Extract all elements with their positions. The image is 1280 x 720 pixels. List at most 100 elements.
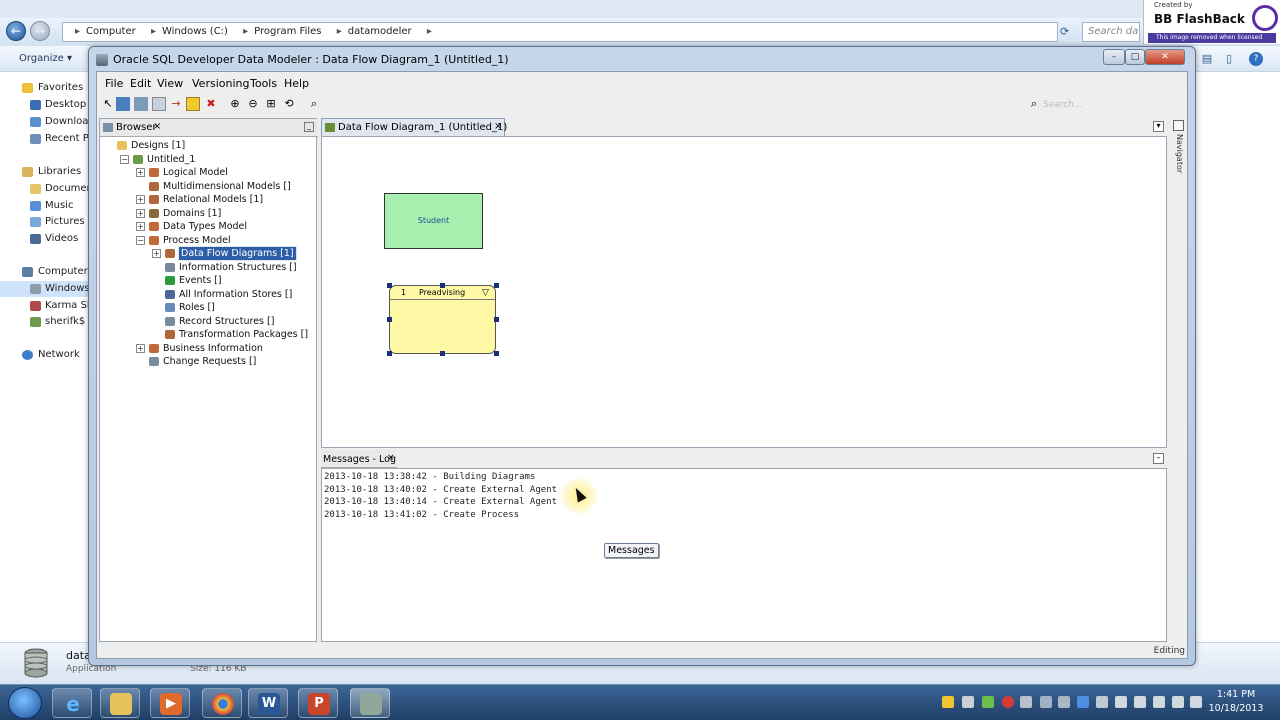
resize-handle[interactable] [440, 283, 445, 288]
action-center-icon[interactable] [1172, 696, 1184, 708]
minimize-panel-icon[interactable]: _ [304, 122, 314, 132]
breadcrumb-program-files[interactable]: Program Files [254, 26, 321, 37]
menu-edit[interactable]: Edit [130, 77, 151, 90]
nav-desktop[interactable]: Desktop [0, 97, 95, 113]
tab-messages-log[interactable]: Messages - Log × [321, 450, 397, 468]
tree-item[interactable]: Change Requests [] [100, 355, 316, 368]
collapse-icon[interactable]: − [136, 235, 145, 245]
process-preadvising[interactable]: 1 Preadvising ▽ [389, 285, 496, 354]
select-pointer-icon[interactable]: ↖ [101, 97, 115, 111]
tray-icon[interactable] [1190, 696, 1202, 708]
taskbar-chrome[interactable] [202, 688, 242, 718]
help-icon[interactable]: ? [1249, 52, 1263, 66]
nav-karma-share[interactable]: Karma She [0, 298, 95, 314]
taskbar-data-modeler[interactable] [350, 688, 390, 718]
taskbar-powerpoint[interactable]: P [298, 688, 338, 718]
open-icon[interactable] [134, 97, 148, 111]
nav-videos[interactable]: Videos [0, 231, 95, 247]
tree-item[interactable]: Information Structures [] [100, 261, 316, 274]
minimize-log-icon[interactable]: – [1153, 453, 1164, 464]
tree-item[interactable]: + Data Types Model [100, 220, 316, 233]
menu-versioning[interactable]: Versioning [192, 77, 249, 90]
expand-icon[interactable]: + [136, 343, 145, 353]
tree-item[interactable]: Roles [] [100, 301, 316, 314]
taskbar-explorer[interactable] [100, 688, 140, 718]
tray-icon[interactable] [1020, 696, 1032, 708]
diagram-canvas[interactable]: Student 1 Preadvising ▽ [321, 136, 1167, 448]
nav-favorites[interactable]: Favorites [0, 80, 95, 96]
app-search-input[interactable]: Search... [1027, 97, 1167, 113]
menu-view[interactable]: View [157, 77, 183, 90]
tree-item[interactable]: − Untitled_1 [100, 153, 316, 166]
arrow-flow-icon[interactable]: → [169, 97, 183, 111]
start-button[interactable] [8, 687, 42, 719]
breadcrumb-windows-c[interactable]: Windows (C:) [162, 26, 228, 37]
taskbar-internet-explorer[interactable]: e [52, 688, 92, 718]
tray-icon[interactable] [982, 696, 994, 708]
resize-handle[interactable] [494, 317, 499, 322]
expand-icon[interactable]: + [136, 222, 145, 231]
resize-handle[interactable] [387, 351, 392, 356]
nav-music[interactable]: Music [0, 198, 95, 214]
tray-icon[interactable] [942, 696, 954, 708]
tray-icon[interactable] [962, 696, 974, 708]
menu-file[interactable]: File [105, 77, 123, 90]
address-path[interactable]: ▸ Computer ▸ Windows (C:) ▸ Program Files ▸… [62, 22, 1058, 42]
back-arrow-icon[interactable]: ← [6, 21, 26, 41]
external-agent-student[interactable]: Student [384, 193, 483, 249]
view-options-icon[interactable]: ▤ [1200, 52, 1214, 66]
expand-icon[interactable]: + [136, 208, 145, 218]
menu-help[interactable]: Help [284, 77, 309, 90]
tree-item[interactable]: + Relational Models [1] [100, 193, 316, 206]
power-icon[interactable] [1153, 696, 1165, 708]
tree-item[interactable]: + Business Information [100, 342, 316, 355]
zoom-out-icon[interactable]: ⊖ [246, 97, 260, 111]
refresh-icon[interactable]: ⟳ [1060, 25, 1069, 38]
tree-item[interactable]: Transformation Packages [] [100, 328, 316, 341]
minimize-button[interactable]: – [1103, 49, 1125, 65]
maximize-button[interactable]: □ [1125, 49, 1145, 65]
tree-item[interactable]: Designs [1] [100, 139, 316, 152]
expand-icon[interactable]: + [152, 249, 161, 258]
expand-icon[interactable]: + [136, 168, 145, 177]
explorer-search-input[interactable]: Search datam [1082, 22, 1140, 42]
new-diagram-icon[interactable] [116, 97, 130, 111]
nav-network[interactable]: Network [0, 347, 95, 363]
resize-handle[interactable] [494, 283, 499, 288]
tree-item[interactable]: Multidimensional Models [] [100, 180, 316, 193]
fit-screen-icon[interactable]: ⊞ [264, 97, 278, 111]
resize-handle[interactable] [387, 283, 392, 288]
preview-pane-icon[interactable]: ▯ [1222, 52, 1236, 66]
resize-handle[interactable] [494, 351, 499, 356]
refresh-layout-icon[interactable]: ⟲ [282, 97, 296, 111]
taskbar-word[interactable]: W [248, 688, 288, 718]
tree-item[interactable]: Record Structures [] [100, 315, 316, 328]
taskbar-media-player[interactable]: ▶ [150, 688, 190, 718]
collapse-icon[interactable]: − [120, 154, 129, 164]
tree-item[interactable]: − Process Model [100, 234, 316, 247]
close-browser-icon[interactable]: × [153, 121, 161, 132]
nav-documents[interactable]: Document [0, 181, 95, 197]
tray-icon[interactable] [1002, 696, 1014, 708]
save-icon[interactable] [152, 97, 166, 111]
nav-computer[interactable]: Computer [0, 264, 95, 280]
delete-icon[interactable]: ✖ [204, 97, 218, 111]
volume-icon[interactable] [1134, 696, 1146, 708]
tray-icon[interactable] [1096, 696, 1108, 708]
tab-list-dropdown-icon[interactable]: ▾ [1153, 121, 1164, 132]
tree-item[interactable]: Events [] [100, 274, 316, 287]
nav-recent-places[interactable]: Recent Pla [0, 131, 95, 147]
tray-icon[interactable] [1040, 696, 1052, 708]
tray-icon[interactable] [1058, 696, 1070, 708]
binoculars-icon[interactable]: ⌕ [307, 97, 321, 111]
close-tab-icon[interactable]: × [494, 121, 502, 132]
forward-arrow-icon[interactable]: → [30, 21, 50, 41]
navigator-strip[interactable]: Navigator [1171, 118, 1187, 238]
nav-libraries[interactable]: Libraries [0, 164, 95, 180]
resize-handle[interactable] [387, 317, 392, 322]
organize-menu[interactable]: Organize ▾ [19, 53, 72, 64]
nav-downloads[interactable]: Download [0, 114, 95, 130]
zoom-in-icon[interactable]: ⊕ [228, 97, 242, 111]
nav-pictures[interactable]: Pictures [0, 214, 95, 230]
bluetooth-icon[interactable] [1077, 696, 1089, 708]
